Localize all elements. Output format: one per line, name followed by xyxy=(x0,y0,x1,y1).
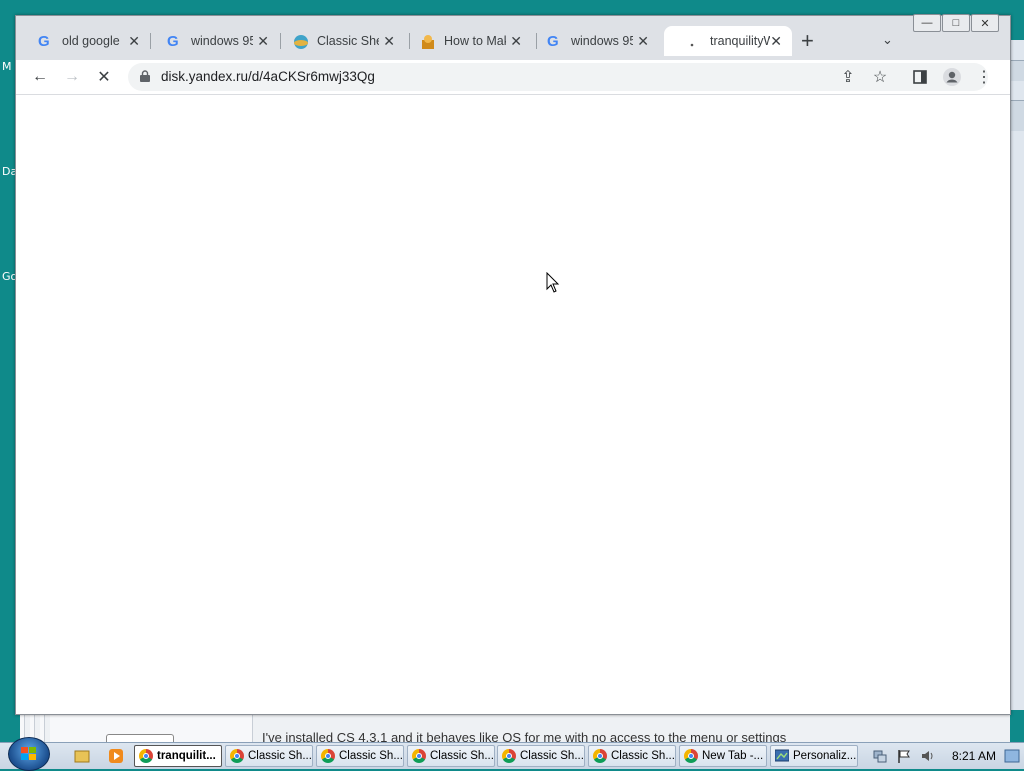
windows-logo-icon xyxy=(21,747,36,760)
tab-close-icon[interactable]: ✕ xyxy=(257,33,269,50)
desktop-icon-label[interactable]: M xyxy=(2,60,12,73)
tab-title: How to Make xyxy=(444,34,506,48)
tab-close-icon[interactable]: ✕ xyxy=(383,33,395,50)
browser-window: G old google ✕ G windows 95 ✕ Classic Sh… xyxy=(15,14,1011,715)
tab-close-icon[interactable]: ✕ xyxy=(510,33,522,50)
taskbar-button[interactable]: New Tab -... xyxy=(679,745,767,767)
show-desktop-icon[interactable] xyxy=(1004,748,1020,764)
forward-button[interactable]: → xyxy=(62,67,82,87)
address-bar[interactable]: disk.yandex.ru/d/4aCKSr6mwj33Qg ⇪ ☆ xyxy=(128,63,988,91)
chrome-icon xyxy=(139,749,153,763)
back-button[interactable]: ← xyxy=(30,67,50,87)
chrome-icon xyxy=(230,749,244,763)
tab[interactable]: Classic Shell ✕ xyxy=(271,26,405,56)
tab-title: windows 95 xyxy=(191,34,253,48)
classic-shell-icon xyxy=(293,34,309,50)
chrome-menu-button[interactable]: ⋮ xyxy=(974,67,994,87)
media-player-quicklaunch-icon[interactable] xyxy=(108,748,124,764)
new-tab-button[interactable]: + xyxy=(801,30,814,52)
browser-toolbar: ← → ✕ disk.yandex.ru/d/4aCKSr6mwj33Qg ⇪ … xyxy=(16,60,1010,95)
taskbar-button[interactable]: Personaliz... xyxy=(770,745,858,767)
volume-icon[interactable] xyxy=(920,748,936,764)
tab-title: windows 95 xyxy=(571,34,633,48)
network-icon[interactable] xyxy=(872,748,888,764)
tab-strip: G old google ✕ G windows 95 ✕ Classic Sh… xyxy=(16,14,1010,60)
taskbar-button-label: Classic Sh... xyxy=(611,750,675,762)
chrome-icon xyxy=(684,749,698,763)
action-center-flag-icon[interactable] xyxy=(896,748,912,764)
taskbar-button[interactable]: Classic Sh... xyxy=(588,745,676,767)
tab-close-icon[interactable]: ✕ xyxy=(128,33,140,50)
taskbar-button-label: Classic Sh... xyxy=(248,750,312,762)
url-text: disk.yandex.ru/d/4aCKSr6mwj33Qg xyxy=(161,69,375,84)
taskbar-button-label: tranquilit... xyxy=(157,750,216,762)
google-icon: G xyxy=(167,33,179,50)
chrome-icon xyxy=(502,749,516,763)
loading-icon xyxy=(686,34,702,50)
how-to-icon xyxy=(420,34,436,50)
taskbar-button-label: Personaliz... xyxy=(793,750,857,762)
side-panel-button[interactable] xyxy=(910,67,930,87)
tab-title: Classic Shell xyxy=(317,34,379,48)
stop-loading-button[interactable]: ✕ xyxy=(94,67,114,87)
mouse-cursor-icon xyxy=(546,271,560,297)
taskbar-button[interactable]: Classic Sh... xyxy=(497,745,585,767)
taskbar-button[interactable]: Classic Sh... xyxy=(225,745,313,767)
taskbar-button[interactable]: tranquilit... xyxy=(134,745,222,767)
taskbar-button-label: Classic Sh... xyxy=(430,750,494,762)
maximize-button[interactable]: □ xyxy=(942,14,970,32)
taskbar-button-label: New Tab -... xyxy=(702,750,764,762)
tab-search-button[interactable]: ⌄ xyxy=(882,32,893,48)
chrome-icon xyxy=(412,749,426,763)
page-content[interactable] xyxy=(16,95,1010,714)
share-icon[interactable]: ⇪ xyxy=(838,67,858,87)
tab[interactable]: G windows 95 ✕ xyxy=(525,26,659,56)
tab-close-icon[interactable]: ✕ xyxy=(770,33,782,50)
personalize-icon xyxy=(774,749,790,763)
tab-active[interactable]: tranquilityW ✕ xyxy=(664,26,792,56)
explorer-quicklaunch-icon[interactable] xyxy=(74,748,90,764)
lock-icon[interactable] xyxy=(140,70,150,82)
chrome-icon xyxy=(321,749,335,763)
profile-button[interactable] xyxy=(942,67,962,87)
taskbar: tranquilit... Classic Sh... Classic Sh..… xyxy=(0,737,1024,771)
chrome-icon xyxy=(593,749,607,763)
minimize-button[interactable]: — xyxy=(913,14,941,32)
tab-title: old google xyxy=(62,34,120,48)
tab[interactable]: How to Make ✕ xyxy=(398,26,532,56)
system-tray: 8:21 AM xyxy=(866,743,1024,769)
google-icon: G xyxy=(547,33,559,50)
bookmark-star-icon[interactable]: ☆ xyxy=(870,67,890,87)
tab-close-icon[interactable]: ✕ xyxy=(637,33,649,50)
tab[interactable]: G old google ✕ xyxy=(16,26,150,56)
clock[interactable]: 8:21 AM xyxy=(952,749,996,763)
window-controls: — □ ✕ xyxy=(912,14,999,32)
start-button[interactable] xyxy=(8,737,50,771)
taskbar-button[interactable]: Classic Sh... xyxy=(407,745,495,767)
close-button[interactable]: ✕ xyxy=(971,14,999,32)
taskbar-button-label: Classic Sh... xyxy=(339,750,403,762)
tab-title: tranquilityW xyxy=(710,34,770,48)
taskbar-button-label: Classic Sh... xyxy=(520,750,584,762)
google-icon: G xyxy=(38,33,50,50)
taskbar-button[interactable]: Classic Sh... xyxy=(316,745,404,767)
tab[interactable]: G windows 95 ✕ xyxy=(145,26,279,56)
